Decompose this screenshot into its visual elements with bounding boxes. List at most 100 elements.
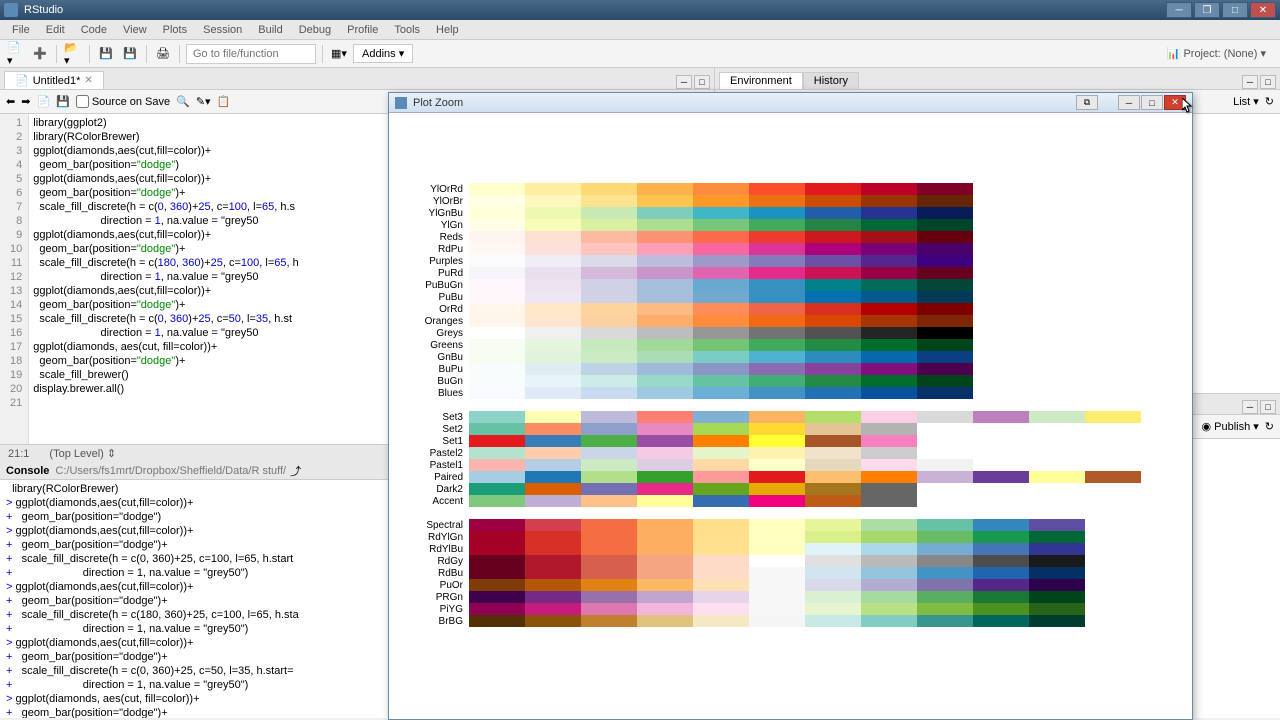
palette-Greys: Greys bbox=[419, 327, 1162, 339]
report-icon[interactable]: 📋 bbox=[217, 95, 231, 108]
console-path: C:/Users/fs1mrt/Dropbox/Sheffield/Data/R… bbox=[55, 465, 286, 477]
palette-PRGn: PRGn bbox=[419, 591, 1162, 603]
menu-debug[interactable]: Debug bbox=[291, 22, 339, 38]
scope-selector[interactable]: (Top Level) ⇕ bbox=[49, 447, 116, 460]
palette-RdPu: RdPu bbox=[419, 243, 1162, 255]
plots-max-button[interactable]: □ bbox=[1260, 400, 1276, 414]
new-project-button[interactable]: ➕ bbox=[30, 44, 50, 64]
env-max-button[interactable]: □ bbox=[1260, 75, 1276, 89]
menu-profile[interactable]: Profile bbox=[339, 22, 386, 38]
show-doc-icon[interactable]: 📄 bbox=[36, 95, 50, 108]
maximize-button[interactable]: □ bbox=[1222, 2, 1248, 18]
refresh-icon[interactable]: ↻ bbox=[1265, 95, 1274, 108]
goto-input[interactable] bbox=[186, 44, 316, 64]
palette-RdYlBu: RdYlBu bbox=[419, 543, 1162, 555]
refresh-plots-icon[interactable]: ↻ bbox=[1265, 420, 1274, 433]
close-tab-icon[interactable]: ✕ bbox=[84, 75, 92, 86]
new-file-button[interactable]: 📄▾ bbox=[6, 44, 26, 64]
environment-tab[interactable]: Environment bbox=[719, 72, 803, 89]
wand-icon[interactable]: ✎▾ bbox=[196, 95, 211, 108]
console-label: Console bbox=[6, 465, 49, 477]
addins-menu[interactable]: Addins ▾ bbox=[353, 44, 413, 63]
palette-PiYG: PiYG bbox=[419, 603, 1162, 615]
palette-BuGn: BuGn bbox=[419, 375, 1162, 387]
menu-file[interactable]: File bbox=[4, 22, 38, 38]
plots-min-button[interactable]: ─ bbox=[1242, 400, 1258, 414]
palette-PuRd: PuRd bbox=[419, 267, 1162, 279]
menu-tools[interactable]: Tools bbox=[386, 22, 428, 38]
plot-zoom-icon bbox=[395, 97, 407, 109]
plot-zoom-max-button[interactable]: □ bbox=[1141, 95, 1163, 110]
palette-RdBu: RdBu bbox=[419, 567, 1162, 579]
palette-YlOrBr: YlOrBr bbox=[419, 195, 1162, 207]
history-tab[interactable]: History bbox=[803, 72, 859, 89]
source-tab[interactable]: 📄 Untitled1* ✕ bbox=[4, 71, 104, 89]
source-tabstrip: 📄 Untitled1* ✕ ─ □ bbox=[0, 68, 714, 90]
env-min-button[interactable]: ─ bbox=[1242, 75, 1258, 89]
palette-Greens: Greens bbox=[419, 339, 1162, 351]
plot-zoom-min-button[interactable]: ─ bbox=[1118, 95, 1140, 110]
menu-edit[interactable]: Edit bbox=[38, 22, 73, 38]
plot-zoom-close-button[interactable]: ✕ bbox=[1164, 95, 1186, 110]
palette-BuPu: BuPu bbox=[419, 363, 1162, 375]
palette-Oranges: Oranges bbox=[419, 315, 1162, 327]
palette-PuBuGn: PuBuGn bbox=[419, 279, 1162, 291]
list-view-button[interactable]: List ▾ bbox=[1233, 95, 1259, 108]
publish-button[interactable]: ◉ Publish ▾ bbox=[1201, 420, 1258, 433]
open-file-button[interactable]: 📂▾ bbox=[63, 44, 83, 64]
palette-RdYlGn: RdYlGn bbox=[419, 531, 1162, 543]
env-tabstrip: Environment History ─ □ bbox=[715, 68, 1280, 90]
palette-Reds: Reds bbox=[419, 231, 1162, 243]
palette-Pastel2: Pastel2 bbox=[419, 447, 1162, 459]
pane-max-button[interactable]: □ bbox=[694, 75, 710, 89]
palette-Set1: Set1 bbox=[419, 435, 1162, 447]
palette-Purples: Purples bbox=[419, 255, 1162, 267]
palette-BrBG: BrBG bbox=[419, 615, 1162, 627]
save-icon[interactable]: 💾 bbox=[56, 95, 70, 108]
minimize-button[interactable]: ─ bbox=[1166, 2, 1192, 18]
app-titlebar: RStudio ─ ❐ □ ✕ bbox=[0, 0, 1280, 20]
plot-zoom-window: Plot Zoom ⧉ ─ □ ✕ YlOrRdYlOrBrYlGnBuYlGn… bbox=[388, 92, 1193, 720]
source-on-save-checkbox[interactable]: Source on Save bbox=[76, 95, 170, 108]
plot-zoom-popout-button[interactable]: ⧉ bbox=[1076, 95, 1098, 110]
main-toolbar: 📄▾ ➕ 📂▾ 💾 💾 🖨 ▦▾ Addins ▾ 📊 Project: (No… bbox=[0, 40, 1280, 68]
find-icon[interactable]: 🔍 bbox=[176, 95, 190, 108]
pane-min-button[interactable]: ─ bbox=[676, 75, 692, 89]
console-path-icon[interactable]: ⤴ bbox=[290, 463, 301, 479]
back-icon[interactable]: ⬅ bbox=[6, 95, 15, 108]
palette-YlGn: YlGn bbox=[419, 219, 1162, 231]
menubar: FileEditCodeViewPlotsSessionBuildDebugPr… bbox=[0, 20, 1280, 40]
plot-zoom-body: YlOrRdYlOrBrYlGnBuYlGnRedsRdPuPurplesPuR… bbox=[389, 113, 1192, 719]
menu-session[interactable]: Session bbox=[195, 22, 250, 38]
palette-RdGy: RdGy bbox=[419, 555, 1162, 567]
plot-zoom-title: Plot Zoom bbox=[413, 97, 1076, 109]
menu-code[interactable]: Code bbox=[73, 22, 115, 38]
palette-GnBu: GnBu bbox=[419, 351, 1162, 363]
palette-Set2: Set2 bbox=[419, 423, 1162, 435]
palette-Blues: Blues bbox=[419, 387, 1162, 399]
restore-button[interactable]: ❐ bbox=[1194, 2, 1220, 18]
palette-Pastel1: Pastel1 bbox=[419, 459, 1162, 471]
plot-zoom-titlebar[interactable]: Plot Zoom ⧉ ─ □ ✕ bbox=[389, 93, 1192, 113]
forward-icon[interactable]: ➡ bbox=[21, 95, 30, 108]
palette-Spectral: Spectral bbox=[419, 519, 1162, 531]
palette-PuBu: PuBu bbox=[419, 291, 1162, 303]
save-all-button[interactable]: 💾 bbox=[120, 44, 140, 64]
menu-help[interactable]: Help bbox=[428, 22, 467, 38]
palette-OrRd: OrRd bbox=[419, 303, 1162, 315]
print-button[interactable]: 🖨 bbox=[153, 44, 173, 64]
palette-Paired: Paired bbox=[419, 471, 1162, 483]
close-button[interactable]: ✕ bbox=[1250, 2, 1276, 18]
menu-view[interactable]: View bbox=[115, 22, 155, 38]
cursor-position: 21:1 bbox=[8, 448, 29, 460]
palette-YlOrRd: YlOrRd bbox=[419, 183, 1162, 195]
app-icon bbox=[4, 3, 18, 17]
project-menu[interactable]: 📊 Project: (None) ▾ bbox=[1159, 45, 1274, 62]
save-button[interactable]: 💾 bbox=[96, 44, 116, 64]
palette-YlGnBu: YlGnBu bbox=[419, 207, 1162, 219]
grid-button[interactable]: ▦▾ bbox=[329, 44, 349, 64]
menu-build[interactable]: Build bbox=[250, 22, 290, 38]
menu-plots[interactable]: Plots bbox=[155, 22, 195, 38]
palette-Set3: Set3 bbox=[419, 411, 1162, 423]
palette-PuOr: PuOr bbox=[419, 579, 1162, 591]
